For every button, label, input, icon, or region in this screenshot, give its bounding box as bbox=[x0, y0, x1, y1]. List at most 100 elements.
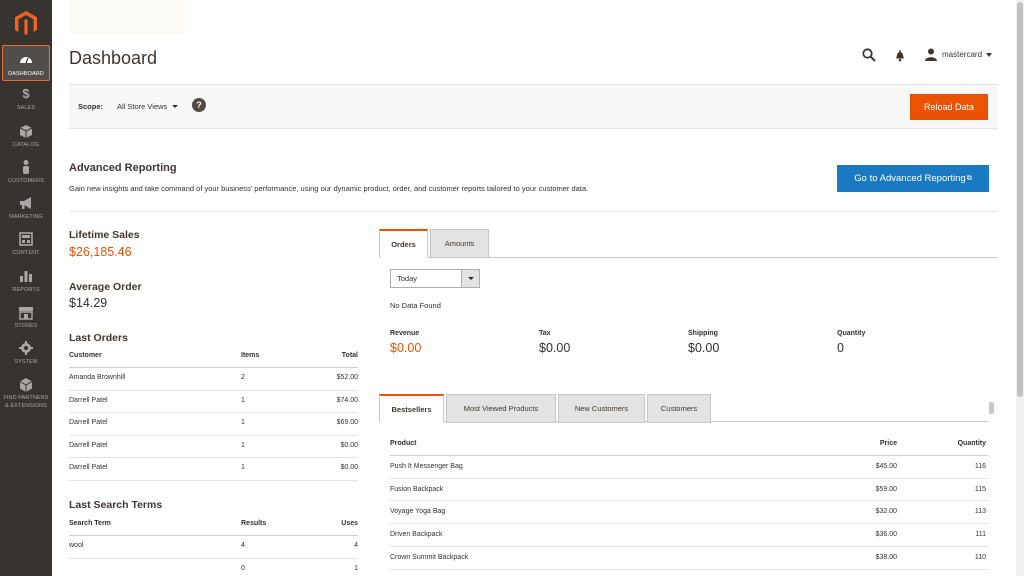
nav-label: DASHBOARD bbox=[8, 71, 44, 77]
main-content: Dashboard mastercard Scope: All Store Vi… bbox=[52, 0, 1016, 576]
cell: $69.00 bbox=[336, 419, 358, 426]
cell: Darrell Patel bbox=[69, 396, 108, 404]
bell-icon[interactable] bbox=[894, 49, 906, 62]
last-orders-table: Customer Items Total Amanda Brownhill 2 $5… bbox=[69, 346, 358, 481]
search-icon[interactable] bbox=[862, 48, 876, 62]
reload-data-button[interactable]: Reload Data bbox=[910, 94, 988, 120]
tabs-scrollbar[interactable] bbox=[988, 394, 995, 424]
dashboard-icon bbox=[20, 57, 32, 64]
nav-label-line2: & EXTENSIONS bbox=[5, 402, 47, 409]
nav-label: CUSTOMERS bbox=[8, 178, 44, 184]
nav-label: REPORTS bbox=[12, 287, 40, 293]
cell: $38.00 bbox=[875, 553, 897, 561]
col-header: Uses bbox=[341, 520, 358, 527]
cell: 115 bbox=[974, 485, 986, 493]
period-select[interactable]: Today bbox=[390, 269, 480, 288]
nav-customers[interactable]: CUSTOMERS bbox=[0, 159, 52, 195]
shipping-value: $0.00 bbox=[688, 341, 720, 355]
period-dropdown-button[interactable] bbox=[461, 270, 479, 287]
last-orders-title: Last Orders bbox=[69, 332, 128, 344]
tab-customers[interactable]: Customers bbox=[647, 394, 711, 423]
admin-sidebar: DASHBOARD $ SALES CATALOG CUSTOMERS MARK… bbox=[0, 0, 52, 576]
nav-label: CONTENT bbox=[12, 250, 40, 256]
tab-amounts[interactable]: Amounts bbox=[430, 229, 489, 258]
col-header: Results bbox=[241, 520, 267, 527]
user-icon[interactable] bbox=[925, 48, 937, 61]
table-row[interactable]: Driven Backpack $36.00 111 bbox=[390, 524, 988, 547]
magento-logo-icon[interactable] bbox=[13, 10, 39, 36]
cell: 4 bbox=[354, 542, 358, 549]
cell: 1 bbox=[241, 464, 245, 471]
cell: Amanda Brownhill bbox=[69, 374, 126, 381]
table-row[interactable]: wool 4 4 bbox=[69, 536, 358, 559]
table-row[interactable]: Crown Summit Backpack $38.00 110 bbox=[390, 547, 988, 570]
cell: 0 bbox=[241, 564, 245, 572]
tab-most-viewed-products[interactable]: Most Viewed Products bbox=[446, 394, 556, 423]
dollar-icon: $ bbox=[22, 86, 30, 101]
scope-caret-icon[interactable] bbox=[172, 105, 178, 108]
nav-reports[interactable]: REPORTS bbox=[0, 268, 52, 304]
go-to-advanced-reporting-button[interactable]: Go to Advanced Reporting⧉ bbox=[837, 165, 989, 192]
tab-orders[interactable]: Orders bbox=[379, 229, 428, 258]
cell: 111 bbox=[975, 531, 986, 539]
cell: wool bbox=[69, 542, 84, 549]
divider bbox=[69, 211, 998, 212]
table-row[interactable]: Voyage Yoga Bag $32.00 113 bbox=[390, 501, 988, 525]
nav-catalog[interactable]: CATALOG bbox=[0, 123, 52, 159]
tab-new-customers[interactable]: New Customers bbox=[558, 394, 645, 423]
cell: Darrell Patel bbox=[69, 419, 108, 426]
scrollbar-thumb[interactable] bbox=[989, 402, 994, 414]
scope-switcher[interactable]: All Store Views bbox=[117, 102, 167, 111]
nav-sales[interactable]: $ SALES bbox=[0, 86, 52, 122]
nav-find-partners[interactable]: FIND PARTNERS & EXTENSIONS bbox=[0, 377, 52, 413]
account-username[interactable]: mastercard bbox=[942, 50, 982, 59]
no-data-message: No Data Found bbox=[390, 301, 441, 310]
table-row[interactable]: Darrell Patel 1 $0.00 bbox=[69, 458, 358, 481]
col-header: Total bbox=[341, 352, 358, 359]
table-row[interactable]: Amanda Brownhill 2 $52.00 bbox=[69, 368, 358, 391]
cell: $0.00 bbox=[340, 464, 358, 471]
tax-value: $0.00 bbox=[539, 341, 571, 355]
scope-label: Scope: bbox=[78, 102, 104, 111]
table-row[interactable]: 01 bbox=[69, 559, 358, 576]
scrollbar-thumb[interactable] bbox=[1017, 2, 1023, 397]
cell: $52.00 bbox=[336, 374, 358, 381]
cell: $74.00 bbox=[336, 396, 358, 404]
cell: 113 bbox=[974, 508, 986, 516]
bestsellers-table: Product Price Quantity Push It Messenger… bbox=[390, 433, 988, 570]
nav-dashboard[interactable]: DASHBOARD bbox=[2, 45, 50, 81]
cell: $36.00 bbox=[875, 531, 897, 539]
cell: Push It Messenger Bag bbox=[390, 462, 463, 470]
scope-bar: Scope: All Store Views ? Reload Data bbox=[69, 84, 998, 129]
table-row[interactable]: Darrell Patel 1 $0.00 bbox=[69, 436, 358, 458]
col-header: Price bbox=[879, 440, 897, 447]
cell: Driven Backpack bbox=[390, 531, 443, 539]
nav-system[interactable]: SYSTEM bbox=[0, 340, 52, 376]
nav-label: CATALOG bbox=[12, 142, 40, 148]
lifetime-sales-value: $26,185.46 bbox=[69, 245, 132, 259]
cell: Darrell Patel bbox=[69, 441, 108, 449]
last-search-terms-table: Search Term Results Uses wool 4 4 01 bbox=[69, 514, 358, 576]
cell: 1 bbox=[354, 564, 358, 572]
table-row[interactable]: Fusion Backpack $59.00 115 bbox=[390, 479, 988, 502]
table-row[interactable]: Darrell Patel 1 $69.00 bbox=[69, 413, 358, 436]
tab-bestsellers[interactable]: Bestsellers bbox=[379, 394, 444, 423]
page-scrollbar[interactable] bbox=[1016, 0, 1024, 576]
help-icon[interactable]: ? bbox=[192, 98, 206, 112]
tax-label: Tax bbox=[539, 330, 551, 337]
lifetime-sales-label: Lifetime Sales bbox=[69, 229, 140, 241]
nav-content[interactable]: CONTENT bbox=[0, 231, 52, 267]
revenue-value: $0.00 bbox=[390, 341, 422, 355]
account-caret-icon[interactable] bbox=[986, 53, 992, 57]
cell: 1 bbox=[241, 419, 245, 426]
gear-icon bbox=[19, 341, 33, 355]
period-select-value: Today bbox=[397, 274, 418, 283]
table-row[interactable]: Darrell Patel 1 $74.00 bbox=[69, 391, 358, 413]
nav-marketing[interactable]: MARKETING bbox=[0, 195, 52, 231]
shipping-label: Shipping bbox=[688, 330, 718, 337]
cell: 1 bbox=[241, 396, 245, 404]
nav-stores[interactable]: STORES bbox=[0, 304, 52, 340]
table-row[interactable]: Push It Messenger Bag $45.00 116 bbox=[390, 456, 988, 479]
cell: $0.00 bbox=[340, 441, 358, 449]
nav-label: SALES bbox=[16, 105, 36, 111]
